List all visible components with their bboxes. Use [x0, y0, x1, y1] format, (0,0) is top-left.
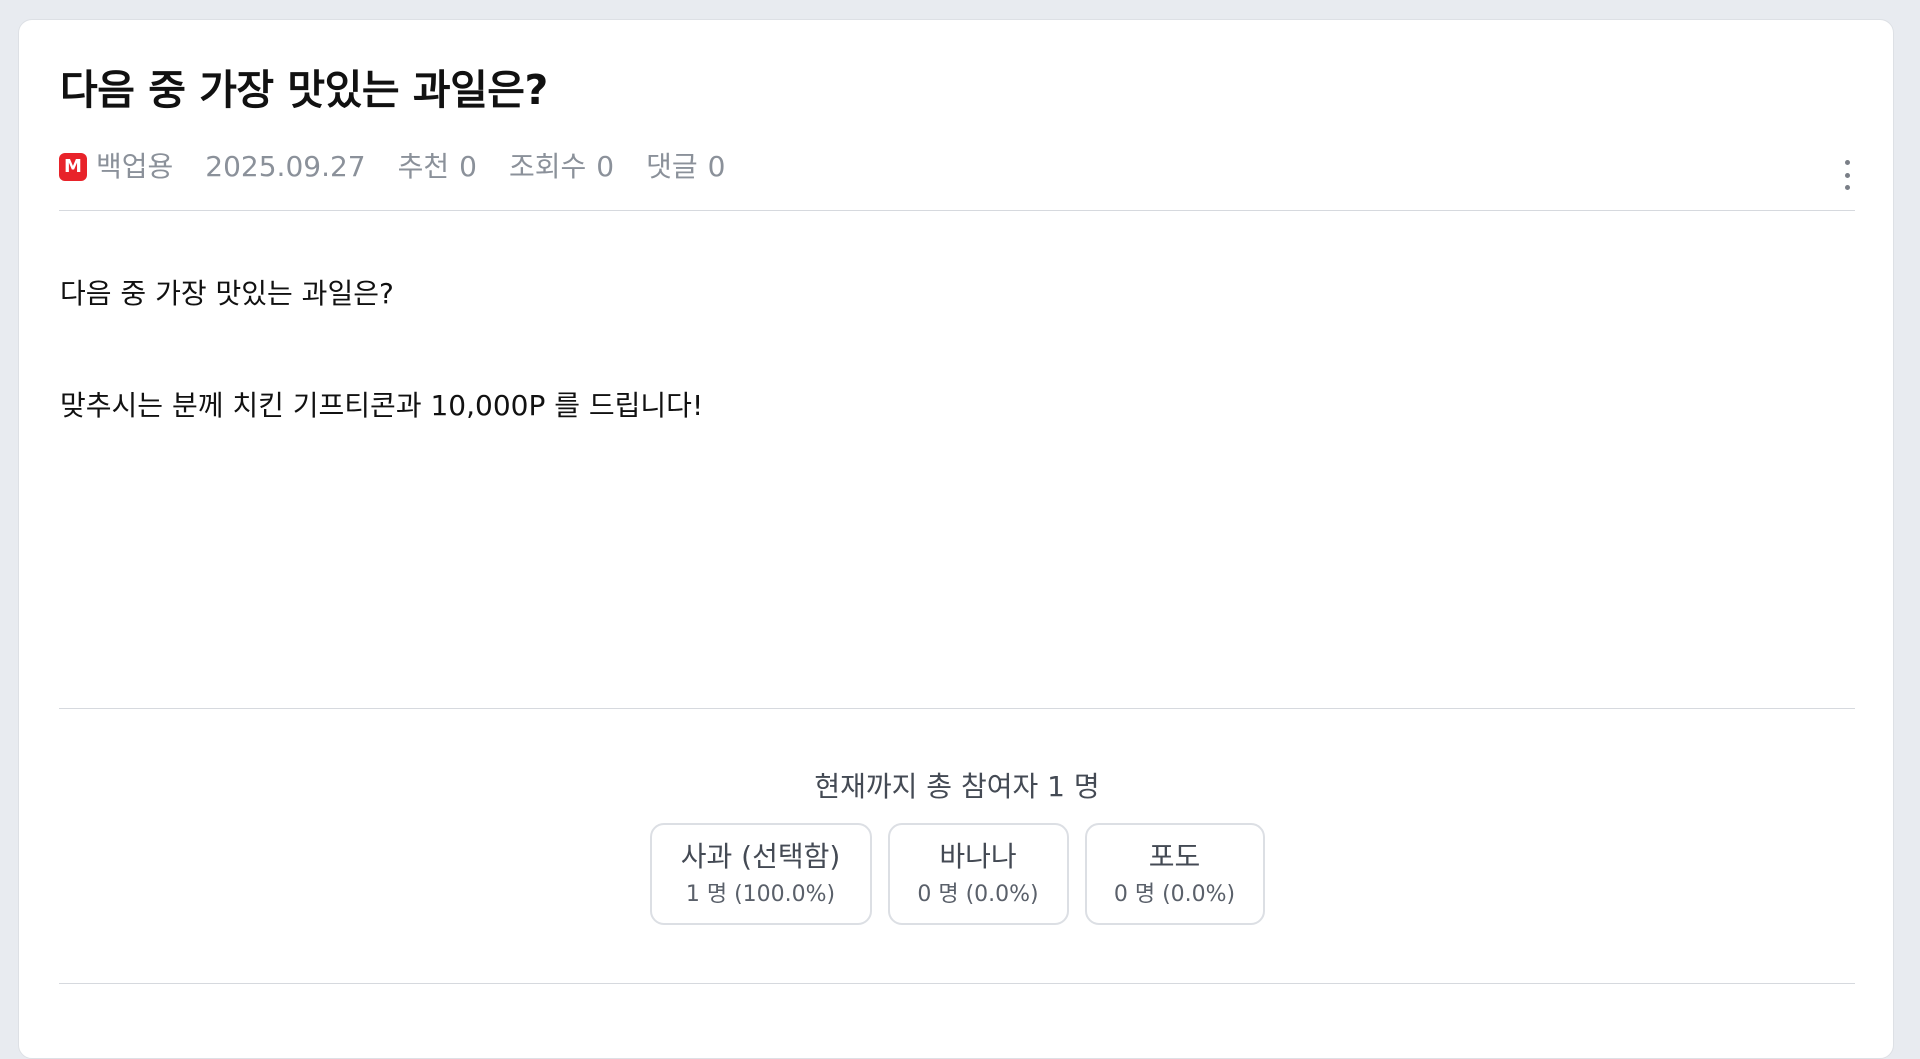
comments-count: 0 [707, 150, 726, 183]
poll-option-result: 0 명 (0.0%) [1113, 881, 1236, 907]
post-meta: M 백업용 2025.09.27 추천 0 조회수 0 댓글 0 [59, 153, 757, 181]
comments-stat: 댓글 0 [646, 153, 725, 181]
recommend-count: 0 [459, 150, 477, 183]
poll-bottom-divider [59, 983, 1855, 984]
recommend-stat: 추천 0 [398, 153, 477, 181]
poll-option-result: 1 명 (100.0%) [685, 881, 836, 907]
more-dot [1844, 185, 1850, 190]
poll-option-label: 바나나 [939, 840, 1017, 873]
post-title: 다음 중 가장 맛있는 과일은? [60, 66, 548, 114]
views-label: 조회수 [508, 150, 587, 183]
views-stat: 조회수 0 [509, 153, 614, 181]
poll-option-grape[interactable]: 포도 0 명 (0.0%) [1084, 823, 1265, 925]
poll-option-label: 포도 [1148, 840, 1201, 873]
poll-total-participants: 현재까지 총 참여자 1 명 [814, 770, 1100, 803]
more-dot [1844, 160, 1850, 165]
post-body-line: 맞추시는 분께 치킨 기프티콘과 10,000P 를 드립니다! [60, 389, 704, 422]
post-card: 다음 중 가장 맛있는 과일은? M 백업용 2025.09.27 추천 0 조회… [18, 19, 1894, 1059]
poll-options: 사과 (선택함) 1 명 (100.0%) 바나나 0 명 (0.0%) 포도 … [59, 823, 1855, 925]
post-date: 2025.09.27 [205, 150, 366, 183]
comments-label: 댓글 [646, 150, 698, 183]
m-badge-icon: M [59, 153, 87, 181]
poll-option-banana[interactable]: 바나나 0 명 (0.0%) [887, 823, 1069, 925]
recommend-label: 추천 [397, 150, 450, 183]
header-divider [59, 210, 1855, 211]
poll-top-divider [59, 708, 1855, 709]
poll-option-apple[interactable]: 사과 (선택함) 1 명 (100.0%) [649, 823, 872, 925]
views-count: 0 [596, 150, 615, 183]
more-vertical-icon[interactable] [1841, 160, 1853, 190]
poll-option-label: 사과 (선택함) [680, 840, 841, 873]
post-body-line: 다음 중 가장 맛있는 과일은? [60, 277, 394, 310]
more-dot [1844, 172, 1850, 178]
poll-option-result: 0 명 (0.0%) [917, 881, 1039, 907]
author-name[interactable]: 백업용 [96, 153, 173, 181]
